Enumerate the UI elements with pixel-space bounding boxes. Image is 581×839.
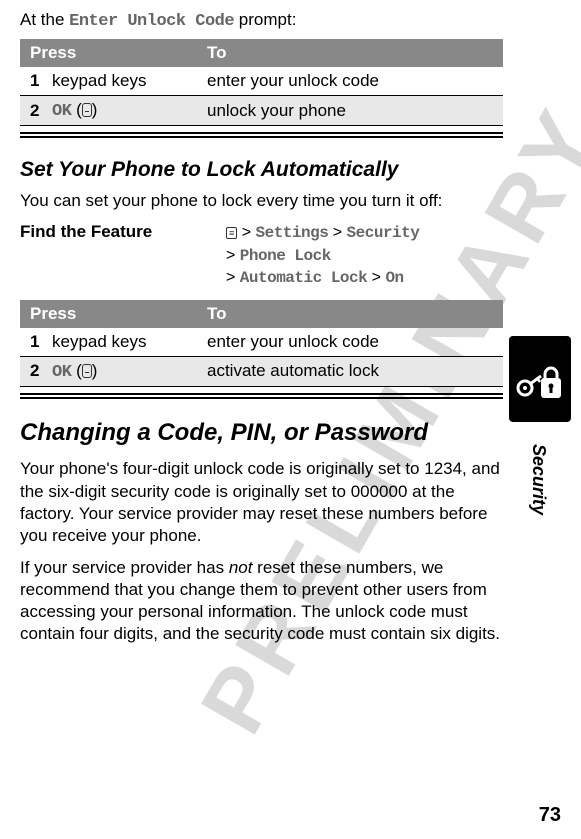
menu-icon: ≡ (226, 227, 237, 239)
table-header-row: Press To (20, 300, 503, 328)
path-auto-lock: Automatic Lock (240, 269, 367, 287)
table-row: 1 keypad keys enter your unlock code (20, 328, 503, 357)
page-number: 73 (539, 804, 561, 827)
subheading-auto-lock: Set Your Phone to Lock Automatically (20, 158, 503, 182)
heading-changing-code: Changing a Code, PIN, or Password (20, 419, 503, 447)
paragraph-2: If your service provider has not reset t… (20, 557, 503, 645)
step-number: 1 (20, 67, 42, 96)
page-content: At the Enter Unlock Code prompt: Press T… (0, 0, 581, 665)
sep: > (226, 247, 240, 264)
to-cell: enter your unlock code (197, 67, 503, 96)
find-the-feature: Find the Feature ≡ > Settings > Security… (20, 222, 503, 290)
sep: > (226, 269, 240, 286)
sep: > (328, 224, 346, 241)
divider (20, 136, 503, 138)
paren-open: ( (71, 100, 81, 119)
step-number: 2 (20, 356, 42, 386)
to-header: To (197, 39, 503, 67)
feature-path: ≡ > Settings > Security > Phone Lock > A… (226, 222, 419, 290)
soft-key-icon (82, 364, 92, 378)
press-header: Press (20, 300, 197, 328)
table-row: 2 OK () unlock your phone (20, 96, 503, 126)
lcd-prompt: Enter Unlock Code (69, 12, 234, 31)
paren-open: ( (71, 361, 81, 380)
sep: > (237, 224, 255, 241)
para2-prefix: If your service provider has (20, 558, 229, 577)
step-number: 1 (20, 328, 42, 357)
press-header: Press (20, 39, 197, 67)
path-phone-lock: Phone Lock (240, 247, 331, 265)
to-cell: activate automatic lock (197, 356, 503, 386)
to-cell: unlock your phone (197, 96, 503, 126)
path-on: On (385, 269, 403, 287)
steps-table-1: Press To 1 keypad keys enter your unlock… (20, 39, 503, 126)
sep: > (367, 269, 385, 286)
press-cell: OK () (42, 356, 197, 386)
soft-key-icon (82, 103, 92, 117)
path-settings: Settings (256, 224, 329, 242)
to-cell: enter your unlock code (197, 328, 503, 357)
ok-label: OK (52, 102, 71, 121)
press-cell: keypad keys (42, 328, 197, 357)
intro-suffix: prompt: (234, 10, 296, 29)
table-row: 2 OK () activate automatic lock (20, 356, 503, 386)
table-row: 1 keypad keys enter your unlock code (20, 67, 503, 96)
paren-close: ) (92, 100, 98, 119)
ok-label: OK (52, 363, 71, 382)
para2-not: not (229, 558, 253, 577)
divider (20, 393, 503, 395)
table-header-row: Press To (20, 39, 503, 67)
sub-intro-text: You can set your phone to lock every tim… (20, 190, 503, 212)
press-cell: keypad keys (42, 67, 197, 96)
steps-table-2: Press To 1 keypad keys enter your unlock… (20, 300, 503, 387)
press-cell: OK () (42, 96, 197, 126)
path-security: Security (347, 224, 420, 242)
feature-label: Find the Feature (20, 222, 226, 242)
divider (20, 397, 503, 399)
paragraph-1: Your phone's four-digit unlock code is o… (20, 458, 503, 546)
intro-prefix: At the (20, 10, 69, 29)
intro-line: At the Enter Unlock Code prompt: (20, 10, 503, 31)
paren-close: ) (92, 361, 98, 380)
divider (20, 132, 503, 134)
to-header: To (197, 300, 503, 328)
step-number: 2 (20, 96, 42, 126)
